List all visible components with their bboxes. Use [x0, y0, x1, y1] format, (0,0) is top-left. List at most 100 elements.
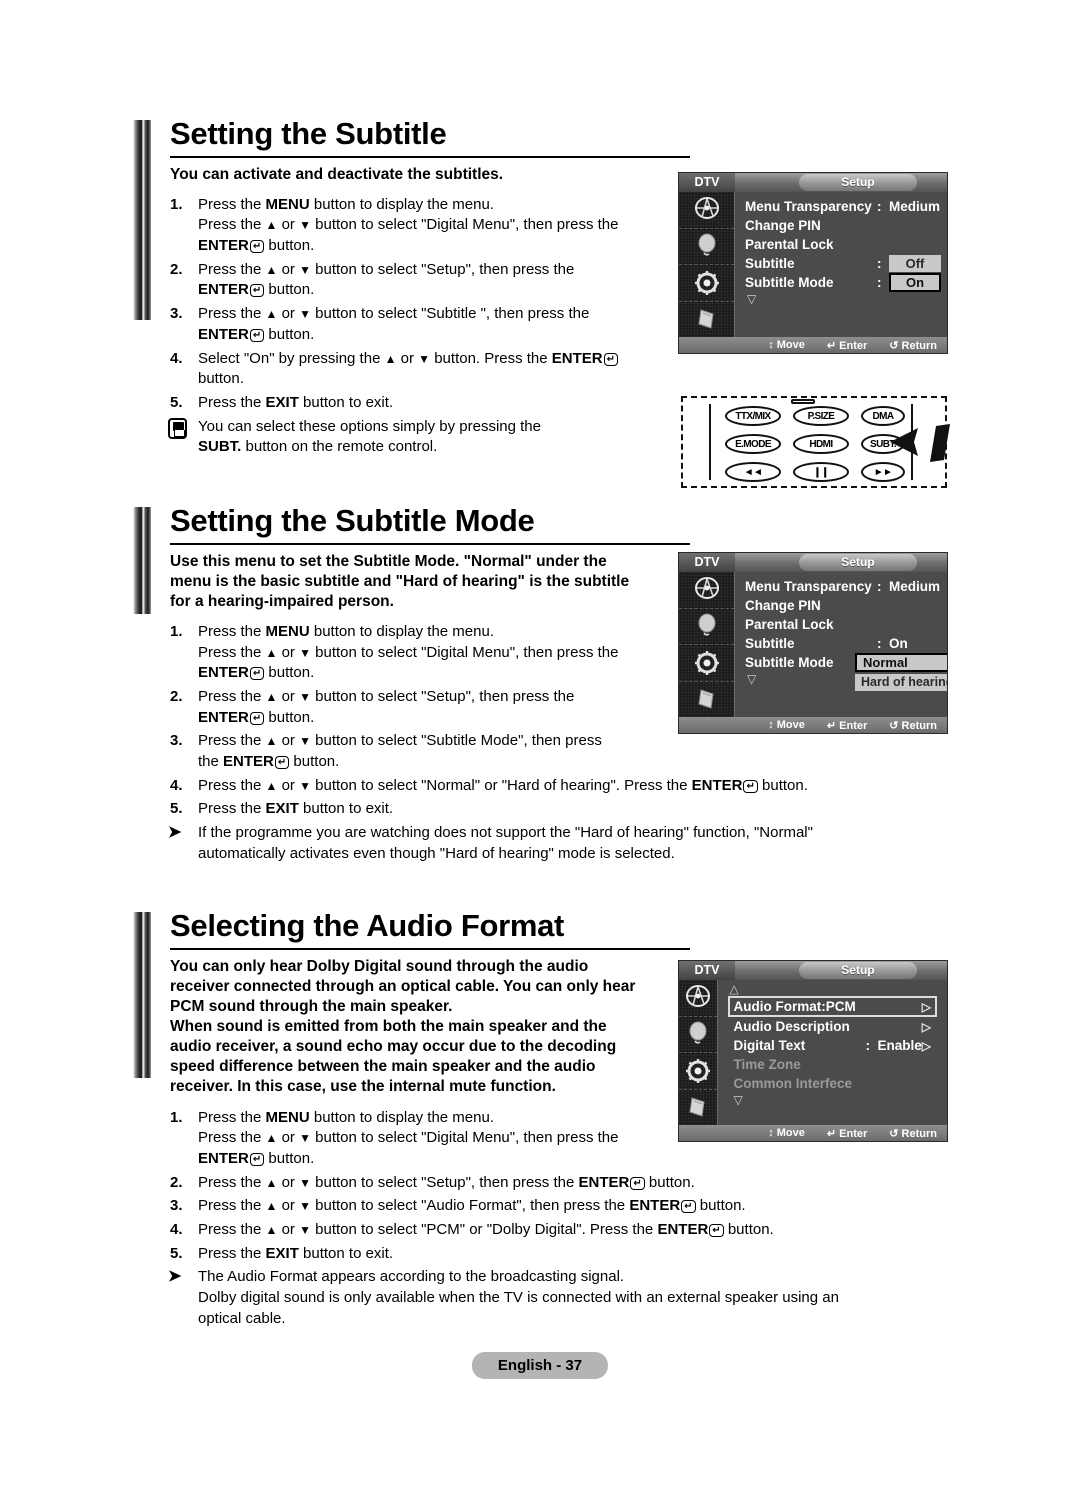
- rail-item-setup[interactable]: [679, 645, 734, 682]
- rail-item-satellite[interactable]: [679, 980, 717, 1017]
- down-arrow-icon: [299, 1221, 311, 1238]
- menu-row-value-on-selected[interactable]: On: [889, 273, 941, 292]
- remote-button-ttx-mix[interactable]: TTX/MIX: [725, 406, 781, 426]
- rail-item-audio[interactable]: [679, 1017, 717, 1053]
- menu-row-audio-format[interactable]: Audio Format : PCM ▷: [727, 996, 937, 1017]
- enter-key-icon: ↵: [630, 1176, 645, 1190]
- down-arrow-icon: [299, 688, 311, 705]
- scroll-up-icon[interactable]: △: [728, 982, 942, 996]
- menu-row-label: Audio Format: [733, 999, 822, 1014]
- step-line: ENTER ↵ button.: [198, 237, 315, 255]
- osd-setup-menu-subtitle-mode[interactable]: DTV Setup Menu Transparency: Medium Cha…: [678, 552, 948, 734]
- osd-source-label: DTV: [679, 173, 735, 192]
- menu-row-subtitle[interactable]: Subtitle : Off: [745, 254, 941, 273]
- rail-item-satellite[interactable]: [679, 572, 734, 609]
- rail-item-setup[interactable]: [679, 1053, 717, 1090]
- menu-row-colon: :: [877, 579, 882, 594]
- menu-row-label: Menu Transparency: [745, 579, 872, 594]
- rail-item-remote[interactable]: [679, 682, 734, 718]
- arrow-bullet-icon: ➤: [168, 824, 182, 842]
- remote-hand-icon: [697, 309, 714, 329]
- tab-setup[interactable]: Setup: [798, 962, 918, 979]
- menu-row-time-zone[interactable]: Time Zone: [728, 1055, 942, 1074]
- intro-line: You can only hear Dolby Digital sound th…: [170, 957, 589, 975]
- step-line: Press the or button to select "Audio For…: [198, 1196, 930, 1217]
- menu-row-label: Common Interfece: [733, 1076, 853, 1091]
- submenu-arrow-icon[interactable]: ▷: [922, 1039, 931, 1053]
- step-number: 1.: [170, 195, 183, 213]
- rail-item-setup[interactable]: [679, 265, 734, 302]
- menu-row-audio-description[interactable]: Audio Description ▷: [728, 1017, 938, 1036]
- section-intro: You can activate and deactivate the subt…: [170, 165, 504, 183]
- enter-key-icon: ↵: [603, 352, 619, 366]
- remote-button-hdmi[interactable]: HDMI: [793, 434, 849, 454]
- remote-button-label: ◄◄: [743, 466, 763, 478]
- tab-setup[interactable]: Setup: [798, 554, 918, 571]
- scroll-down-icon[interactable]: ▽: [728, 1093, 942, 1107]
- intro-line: receiver connected through an optical ca…: [170, 977, 636, 995]
- hint-return: ↺ Return: [889, 719, 937, 732]
- tab-setup[interactable]: Setup: [798, 174, 918, 191]
- subtitle-mode-dropdown[interactable]: Normal Hard of hearing: [855, 653, 947, 691]
- page-footer-badge: English - 37: [471, 1352, 609, 1379]
- menu-row-change-pin[interactable]: Change PIN: [745, 596, 941, 615]
- up-arrow-icon: [266, 777, 278, 794]
- osd-tab-container: Setup: [735, 553, 947, 572]
- scroll-down-icon[interactable]: ▽: [745, 292, 941, 306]
- menu-row-label: Audio Description: [733, 1019, 850, 1034]
- osd-source-label: DTV: [679, 553, 735, 572]
- satellite-icon: [694, 196, 719, 219]
- step-number: 3.: [170, 305, 183, 323]
- remote-button-rewind[interactable]: ◄◄: [725, 462, 781, 482]
- enter-key-icon: ↵: [249, 240, 265, 254]
- menu-row-value-off[interactable]: Off: [889, 255, 941, 272]
- remote-button-p-size[interactable]: P.SIZE: [793, 406, 849, 426]
- step-line: Press the or button to select "Setup", t…: [198, 1173, 930, 1194]
- list-item: 2. Press the or button to select "Setup"…: [130, 1173, 930, 1194]
- osd-icon-rail: [679, 980, 718, 1125]
- menu-row-label: Subtitle: [745, 256, 795, 271]
- remote-left-edge: [709, 404, 711, 480]
- menu-row-parental-lock[interactable]: Parental Lock: [745, 615, 941, 634]
- dropdown-option-hard-of-hearing[interactable]: Hard of hearing: [855, 674, 947, 691]
- step-number: 4.: [170, 776, 183, 794]
- menu-row-parental-lock[interactable]: Parental Lock: [745, 235, 941, 254]
- intro-line: Use this menu to set the Subtitle Mode. …: [170, 552, 607, 570]
- step-line: Press the EXIT button to exit.: [198, 800, 394, 818]
- menu-row-digital-text[interactable]: Digital Text : Enable ▷: [728, 1036, 938, 1055]
- step-number: 2.: [170, 1173, 183, 1191]
- rail-item-audio[interactable]: [679, 609, 734, 645]
- down-arrow-icon: [418, 350, 430, 367]
- dropdown-option-selected[interactable]: Normal: [855, 653, 947, 672]
- list-item: 5. Press the EXIT button to exit.: [130, 393, 690, 414]
- menu-row-menu-transparency[interactable]: Menu Transparency : Medium: [745, 197, 941, 216]
- section-heading-block: Setting the Subtitle Mode: [130, 504, 690, 614]
- menu-row-subtitle[interactable]: Subtitle : On: [745, 634, 941, 653]
- osd-tab-container: Setup: [735, 961, 947, 980]
- osd-setup-menu-audio-format[interactable]: DTV Setup △ Audio Format: PCM ▷ Audio D…: [678, 960, 948, 1142]
- setup-gear-icon: [694, 650, 719, 675]
- rail-item-audio[interactable]: [679, 229, 734, 265]
- rail-item-remote[interactable]: [679, 302, 734, 338]
- remote-button-e-mode[interactable]: E.MODE: [725, 434, 781, 454]
- osd-menu-items: △ Audio Format : PCM ▷ Audio Description…: [718, 980, 948, 1125]
- menu-row-change-pin[interactable]: Change PIN: [745, 216, 941, 235]
- up-arrow-icon: [266, 1221, 278, 1238]
- rail-item-remote[interactable]: [679, 1090, 717, 1126]
- heading-rule: [170, 542, 690, 545]
- heading-accent-bar: [133, 912, 151, 1078]
- rail-item-satellite[interactable]: [679, 192, 734, 229]
- hand-press-icon: [168, 417, 187, 439]
- osd-setup-menu-subtitle[interactable]: DTV Setup Menu Transparency: Medium Cha…: [678, 172, 948, 354]
- menu-row-menu-transparency[interactable]: Menu Transparency : Medium: [745, 577, 941, 596]
- note-line: SUBT. button on the remote control.: [198, 438, 438, 456]
- menu-row-common-interface[interactable]: Common Interfece: [728, 1074, 942, 1093]
- hint-move: ↕ Move: [768, 719, 805, 731]
- section-intro: You can only hear Dolby Digital sound th…: [130, 950, 690, 1098]
- remote-button-pause[interactable]: ❙❙: [793, 462, 849, 482]
- submenu-arrow-icon[interactable]: ▷: [922, 1000, 931, 1014]
- remote-button-fast-forward[interactable]: ►►: [861, 462, 905, 482]
- menu-row-subtitle-mode[interactable]: Subtitle Mode : On: [745, 273, 941, 292]
- submenu-arrow-icon[interactable]: ▷: [922, 1020, 931, 1034]
- osd-titlebar: DTV Setup: [679, 961, 947, 980]
